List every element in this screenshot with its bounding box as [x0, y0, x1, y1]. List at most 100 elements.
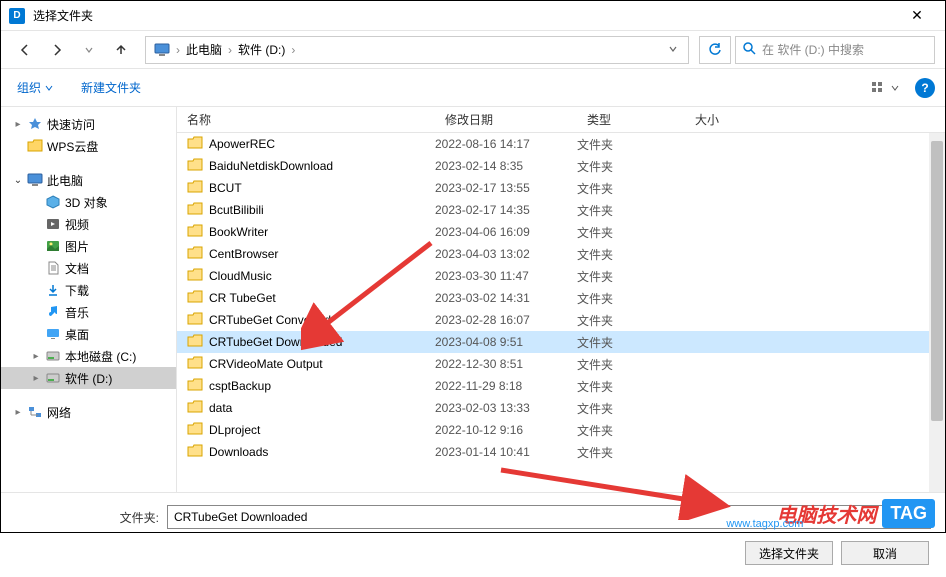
breadcrumb-drive[interactable]: 软件 (D:) — [234, 39, 289, 60]
close-button[interactable]: ✕ — [897, 1, 937, 31]
address-bar[interactable]: › 此电脑 › 软件 (D:) › — [145, 36, 689, 64]
desktop-icon — [45, 326, 61, 342]
help-button[interactable]: ? — [915, 78, 935, 98]
view-button[interactable] — [865, 77, 905, 99]
file-type: 文件夹 — [577, 158, 685, 175]
sidebar-videos[interactable]: 视频 — [1, 213, 176, 235]
file-row[interactable]: Downloads2023-01-14 10:41文件夹 — [177, 441, 945, 463]
search-placeholder: 在 软件 (D:) 中搜索 — [762, 41, 864, 58]
folder-icon — [187, 378, 203, 395]
file-panel: 名称 修改日期 类型 大小 ApowerREC2022-08-16 14:17文… — [177, 107, 945, 492]
sidebar-pictures[interactable]: 图片 — [1, 235, 176, 257]
file-row[interactable]: csptBackup2022-11-29 8:18文件夹 — [177, 375, 945, 397]
file-row[interactable]: BcutBilibili2023-02-17 14:35文件夹 — [177, 199, 945, 221]
file-type: 文件夹 — [577, 356, 685, 373]
file-name: CRTubeGet Converted — [209, 313, 331, 327]
file-date: 2022-08-16 14:17 — [435, 137, 577, 151]
sidebar-3d-objects[interactable]: 3D 对象 — [1, 191, 176, 213]
sidebar-documents[interactable]: 文档 — [1, 257, 176, 279]
breadcrumb-pc[interactable]: 此电脑 — [182, 39, 226, 60]
file-row[interactable]: CRVideoMate Output2022-12-30 8:51文件夹 — [177, 353, 945, 375]
scrollbar-vertical[interactable] — [929, 133, 945, 492]
column-size[interactable]: 大小 — [685, 111, 765, 128]
column-date[interactable]: 修改日期 — [435, 111, 577, 128]
footer: 文件夹: 选择文件夹 取消 — [1, 492, 945, 577]
column-name[interactable]: 名称 — [177, 111, 435, 128]
back-button[interactable] — [11, 36, 39, 64]
file-name: BcutBilibili — [209, 203, 264, 217]
forward-button[interactable] — [43, 36, 71, 64]
sidebar-quick-access[interactable]: ▸快速访问 — [1, 113, 176, 135]
file-row[interactable]: BookWriter2023-04-06 16:09文件夹 — [177, 221, 945, 243]
sidebar-wps-cloud[interactable]: WPS云盘 — [1, 135, 176, 157]
sidebar-drive-d[interactable]: ▸软件 (D:) — [1, 367, 176, 389]
file-date: 2023-02-17 14:35 — [435, 203, 577, 217]
file-date: 2023-02-28 16:07 — [435, 313, 577, 327]
file-type: 文件夹 — [577, 378, 685, 395]
pc-icon — [154, 42, 170, 58]
select-folder-button[interactable]: 选择文件夹 — [745, 541, 833, 565]
sidebar: ▸快速访问 WPS云盘 ⌄此电脑 3D 对象 视频 图片 文档 下载 音乐 桌面… — [1, 107, 177, 492]
file-list[interactable]: ApowerREC2022-08-16 14:17文件夹BaiduNetdisk… — [177, 133, 945, 492]
file-name: CR TubeGet — [209, 291, 276, 305]
download-icon — [45, 282, 61, 298]
search-box[interactable]: 在 软件 (D:) 中搜索 — [735, 36, 935, 64]
organize-menu[interactable]: 组织 — [11, 75, 59, 100]
folder-input[interactable] — [167, 505, 931, 529]
folder-icon — [27, 138, 43, 154]
file-row[interactable]: data2023-02-03 13:33文件夹 — [177, 397, 945, 419]
star-icon — [27, 116, 43, 132]
cancel-button[interactable]: 取消 — [841, 541, 929, 565]
folder-icon — [187, 400, 203, 417]
file-name: BaiduNetdiskDownload — [209, 159, 333, 173]
file-date: 2023-04-06 16:09 — [435, 225, 577, 239]
file-type: 文件夹 — [577, 290, 685, 307]
pc-icon — [27, 172, 43, 188]
file-type: 文件夹 — [577, 180, 685, 197]
breadcrumb-sep: › — [291, 43, 295, 57]
file-row[interactable]: BaiduNetdiskDownload 2023-02-14 8:35文件夹 — [177, 155, 945, 177]
file-row[interactable]: BCUT2023-02-17 13:55文件夹 — [177, 177, 945, 199]
file-row[interactable]: CRTubeGet Converted2023-02-28 16:07文件夹 — [177, 309, 945, 331]
breadcrumb-sep: › — [228, 43, 232, 57]
file-type: 文件夹 — [577, 268, 685, 285]
file-row[interactable]: CloudMusic2023-03-30 11:47文件夹 — [177, 265, 945, 287]
file-row[interactable]: CentBrowser2023-04-03 13:02文件夹 — [177, 243, 945, 265]
new-folder-button[interactable]: 新建文件夹 — [75, 75, 147, 100]
app-icon: D — [9, 8, 25, 24]
window-title: 选择文件夹 — [33, 7, 897, 24]
titlebar: D 选择文件夹 ✕ — [1, 1, 945, 31]
drive-icon — [45, 370, 61, 386]
folder-icon — [187, 180, 203, 197]
file-date: 2023-02-14 8:35 — [435, 159, 577, 173]
sidebar-music[interactable]: 音乐 — [1, 301, 176, 323]
recent-dropdown[interactable] — [75, 36, 103, 64]
cube-icon — [45, 194, 61, 210]
file-name: BCUT — [209, 181, 242, 195]
folder-icon — [187, 290, 203, 307]
file-row[interactable]: ApowerREC2022-08-16 14:17文件夹 — [177, 133, 945, 155]
sidebar-network[interactable]: ▸网络 — [1, 401, 176, 423]
folder-icon — [187, 136, 203, 153]
column-type[interactable]: 类型 — [577, 111, 685, 128]
up-button[interactable] — [107, 36, 135, 64]
scrollbar-thumb[interactable] — [931, 141, 943, 421]
file-row[interactable]: CR TubeGet2023-03-02 14:31文件夹 — [177, 287, 945, 309]
address-dropdown[interactable] — [662, 43, 684, 57]
file-type: 文件夹 — [577, 246, 685, 263]
search-icon — [742, 41, 756, 58]
sidebar-drive-c[interactable]: ▸本地磁盘 (C:) — [1, 345, 176, 367]
folder-icon — [187, 356, 203, 373]
sidebar-desktop[interactable]: 桌面 — [1, 323, 176, 345]
file-row[interactable]: DLproject2022-10-12 9:16文件夹 — [177, 419, 945, 441]
file-type: 文件夹 — [577, 400, 685, 417]
sidebar-this-pc[interactable]: ⌄此电脑 — [1, 169, 176, 191]
sidebar-downloads[interactable]: 下载 — [1, 279, 176, 301]
file-type: 文件夹 — [577, 136, 685, 153]
file-name: CentBrowser — [209, 247, 278, 261]
music-icon — [45, 304, 61, 320]
file-row[interactable]: CRTubeGet Downloaded2023-04-08 9:51文件夹 — [177, 331, 945, 353]
refresh-button[interactable] — [699, 36, 731, 64]
folder-icon — [187, 202, 203, 219]
folder-icon — [187, 246, 203, 263]
